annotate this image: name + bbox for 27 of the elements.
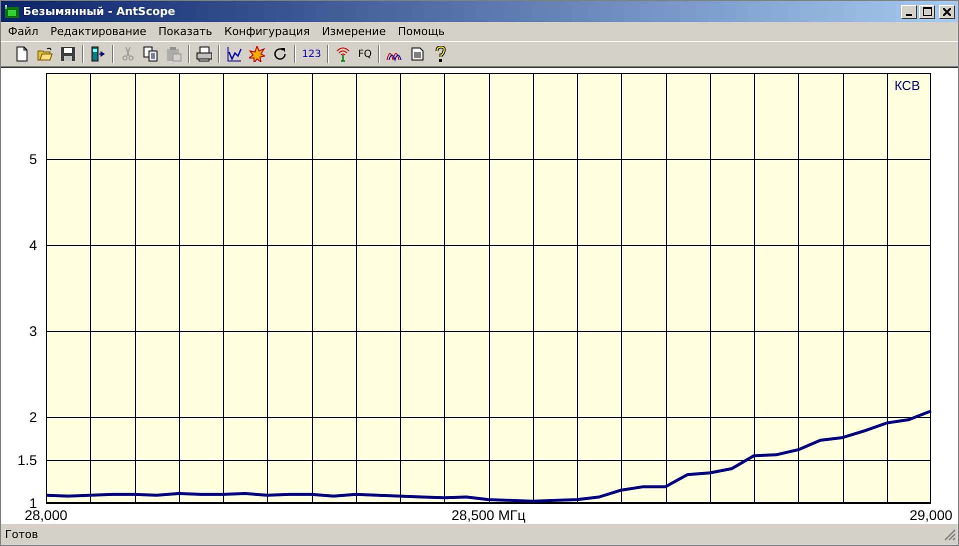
x-tick-label: 29,000	[910, 507, 952, 523]
y-tick-label: 3	[29, 323, 37, 339]
toolbar-button[interactable]: 123	[299, 43, 324, 65]
menu-item[interactable]: Редактирование	[44, 25, 152, 38]
close-icon	[943, 8, 951, 16]
minimize-icon	[906, 14, 912, 16]
maximize-icon	[922, 7, 932, 16]
menu-item[interactable]: Помощь	[392, 25, 451, 38]
burst-icon[interactable]	[246, 43, 268, 65]
menu-item[interactable]: Конфигурация	[218, 25, 316, 38]
y-tick-label: 1.5	[18, 452, 37, 468]
y-tick-label: 4	[29, 237, 37, 253]
app-icon	[4, 4, 20, 18]
menu-item[interactable]: Показать	[152, 25, 218, 38]
close-button[interactable]	[939, 4, 955, 18]
toolbar-button[interactable]: FQ	[355, 43, 375, 65]
menu-item[interactable]: Измерение	[316, 25, 392, 38]
status-text: Готов	[5, 528, 38, 541]
window-title: Безымянный - AntScope	[23, 5, 176, 18]
x-tick-label: 28,500 МГц	[452, 507, 526, 523]
menu-item[interactable]: Файл	[2, 25, 44, 38]
minimize-button[interactable]	[901, 4, 917, 18]
axis-label: КСВ	[894, 78, 920, 93]
y-tick-label: 2	[29, 409, 37, 425]
resize-grip-icon	[944, 528, 956, 540]
y-tick-label: 5	[29, 151, 37, 167]
maximize-button[interactable]	[919, 4, 935, 18]
